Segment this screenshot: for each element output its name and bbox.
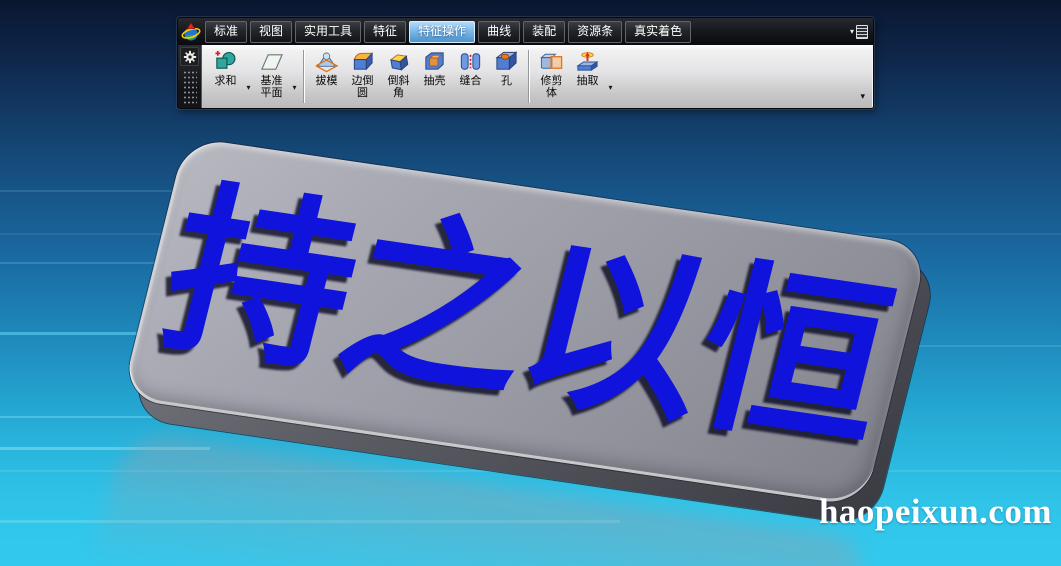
chevron-down-icon: ▾ xyxy=(849,26,854,36)
button-label: 修剪 xyxy=(540,75,563,87)
toolbar-expand-button[interactable]: ▾ xyxy=(860,92,865,101)
button-label: 倒斜 xyxy=(387,75,410,87)
toolbar-options-button[interactable]: ▾ xyxy=(849,24,868,39)
button-label-line2: 平面 xyxy=(260,87,283,99)
document-list-icon xyxy=(856,24,868,39)
button-label-line2: 体 xyxy=(546,87,557,99)
button-label: 抽壳 xyxy=(423,75,446,87)
application-viewport: 持之以恒 标准 视图 实用工具 特征 特征操作 曲线 装配 资源条 真实着色 ▾… xyxy=(0,0,1061,566)
tab-true-shading[interactable]: 真实着色 xyxy=(625,20,692,43)
button-label: 边倒 xyxy=(351,75,374,87)
toolbar-tab-bar: 标准 视图 实用工具 特征 特征操作 曲线 装配 资源条 真实着色 ▾ xyxy=(178,18,873,45)
toolbar-button-chamfer[interactable]: 倒斜 角 xyxy=(381,47,416,107)
toolbar-button-edge-blend[interactable]: 边倒 圆 xyxy=(345,47,380,107)
toolbar-button-trim-body[interactable]: 修剪 体 xyxy=(534,47,569,107)
button-label: 拔模 xyxy=(315,75,338,87)
dropdown-arrow[interactable]: ▾ xyxy=(244,47,253,107)
dropdown-arrow[interactable]: ▾ xyxy=(606,47,615,107)
draft-icon xyxy=(314,48,340,75)
button-label: 抽取 xyxy=(576,75,599,87)
tab-view[interactable]: 视图 xyxy=(250,20,293,43)
toolbar-left-rail xyxy=(178,45,201,108)
toolbar-button-draft[interactable]: 拔模 xyxy=(309,47,344,107)
tab-resource-bar[interactable]: 资源条 xyxy=(568,20,623,43)
floating-toolbar: 标准 视图 实用工具 特征 特征操作 曲线 装配 资源条 真实着色 ▾ 求和 ▾… xyxy=(177,17,874,109)
tab-assembly[interactable]: 装配 xyxy=(523,20,566,43)
dropdown-arrow[interactable]: ▾ xyxy=(290,47,299,107)
watermark: haopeixun.com xyxy=(818,492,1052,531)
toolbar-panel: 求和 ▾ 基准 平面 ▾ 拔模 边倒 圆 倒斜 角 抽壳 缝合 孔 修剪 体 抽… xyxy=(178,45,873,108)
toolbar-separator xyxy=(528,50,530,103)
button-label-line2: 圆 xyxy=(357,87,368,99)
toolbar-buttons-row: 求和 ▾ 基准 平面 ▾ 拔模 边倒 圆 倒斜 角 抽壳 缝合 孔 修剪 体 抽… xyxy=(201,45,873,108)
button-label: 孔 xyxy=(501,75,512,87)
app-logo-icon[interactable] xyxy=(180,21,202,43)
unite-icon xyxy=(213,48,239,75)
toolbar-grip-handle[interactable] xyxy=(182,69,197,105)
trim-body-icon xyxy=(539,48,565,75)
button-label-line2: 角 xyxy=(393,87,404,99)
button-label: 缝合 xyxy=(459,75,482,87)
gear-button[interactable] xyxy=(180,47,199,66)
toolbar-empty-space xyxy=(616,47,870,107)
toolbar-button-shell[interactable]: 抽壳 xyxy=(417,47,452,107)
tab-utilities[interactable]: 实用工具 xyxy=(295,20,362,43)
toolbar-button-hole[interactable]: 孔 xyxy=(489,47,524,107)
tab-feature[interactable]: 特征 xyxy=(364,20,407,43)
toolbar-button-sew[interactable]: 缝合 xyxy=(453,47,488,107)
edge-blend-icon xyxy=(350,48,376,75)
extract-icon xyxy=(575,48,601,75)
chamfer-icon xyxy=(386,48,412,75)
toolbar-button-extract[interactable]: 抽取 xyxy=(570,47,605,107)
button-label: 求和 xyxy=(214,75,237,87)
tab-feature-operation[interactable]: 特征操作 xyxy=(409,20,476,43)
sew-icon xyxy=(458,48,484,75)
tab-curve[interactable]: 曲线 xyxy=(478,20,521,43)
datum-plane-icon xyxy=(259,48,285,75)
button-label: 基准 xyxy=(260,75,283,87)
toolbar-separator xyxy=(303,50,305,103)
toolbar-button-unite[interactable]: 求和 xyxy=(208,47,243,107)
tab-standard[interactable]: 标准 xyxy=(205,20,248,43)
shell-icon xyxy=(422,48,448,75)
hole-icon xyxy=(494,48,520,75)
toolbar-button-datum-plane[interactable]: 基准 平面 xyxy=(254,47,289,107)
